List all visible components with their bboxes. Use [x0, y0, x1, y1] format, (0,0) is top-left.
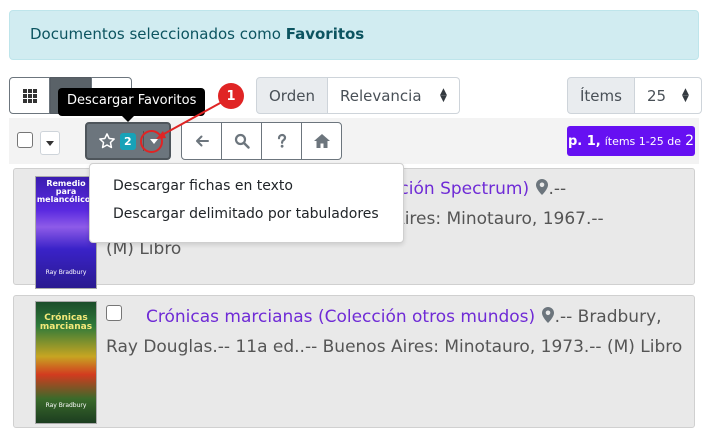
nav-button-group	[181, 122, 342, 160]
pagination-info: p. 1, ítems 1-25 de 2	[567, 126, 695, 156]
record-line1-rest: .--	[548, 179, 567, 199]
map-marker-icon[interactable]	[541, 306, 555, 324]
search-button[interactable]	[221, 122, 262, 160]
cover-title: Remedio para melancólicos	[36, 179, 96, 204]
callout-ring	[140, 130, 163, 153]
cover-author: Ray Bradbury	[45, 402, 87, 409]
star-icon	[99, 133, 115, 149]
home-icon	[313, 134, 330, 148]
items-select[interactable]: 25 ▲ ▼	[634, 77, 702, 114]
select-caret-icon: ▲ ▼	[440, 86, 447, 104]
record-line1-rest: .-- Bradbury,	[554, 307, 662, 327]
download-favorites-tooltip: Descargar Favoritos	[58, 88, 206, 122]
download-tabbed-menu-item[interactable]: Descargar delimitado por tabuladores	[90, 200, 403, 228]
download-favorites-button[interactable]: 2	[87, 132, 136, 150]
select-all-checkbox[interactable]	[17, 132, 33, 148]
favorites-count-badge: 2	[120, 132, 136, 150]
map-marker-icon[interactable]	[535, 178, 549, 196]
items-value: 25	[646, 86, 667, 105]
home-button[interactable]	[301, 122, 342, 160]
help-button[interactable]	[261, 122, 302, 160]
record-title-link[interactable]: Crónicas marcianas (Colección otros mund…	[146, 307, 535, 327]
sort-select[interactable]: Relevancia ▲ ▼	[327, 77, 460, 114]
favorites-dropdown-menu: Descargar fichas en texto Descargar deli…	[89, 163, 404, 243]
items-label: Ítems	[567, 77, 635, 114]
record-line2: Ray Douglas.-- 11a ed..-- Buenos Aires: …	[106, 337, 683, 357]
select-caret-icon: ▲ ▼	[682, 86, 689, 104]
pager-page: p. 1,	[567, 133, 601, 149]
pager-range: ítems 1-25 de	[604, 134, 681, 148]
search-icon	[234, 133, 250, 149]
back-button[interactable]	[181, 122, 222, 160]
sort-control: Orden Relevancia ▲ ▼	[256, 77, 460, 114]
pager-total: 2	[685, 133, 695, 149]
record-description: Crónicas marcianas (Colección otros mund…	[106, 302, 691, 362]
book-cover-image: Crónicas marcianas Ray Bradbury	[35, 301, 97, 424]
record-card: Crónicas marcianas Ray Bradbury Crónicas…	[13, 295, 695, 428]
favorites-alert: Documentos seleccionados como Favoritos	[9, 10, 699, 60]
sort-label: Orden	[256, 77, 328, 114]
items-per-page-control: Ítems 25 ▲ ▼	[567, 77, 702, 114]
download-text-menu-item[interactable]: Descargar fichas en texto	[90, 172, 403, 200]
grid-view-button[interactable]	[9, 77, 50, 114]
callout-number: 1	[218, 83, 244, 109]
sort-value: Relevancia	[339, 86, 422, 105]
select-menu-button[interactable]	[40, 131, 60, 155]
cover-author: Ray Bradbury	[45, 269, 87, 276]
question-icon	[277, 133, 286, 148]
arrow-left-icon	[195, 135, 209, 147]
cover-title: Crónicas marcianas	[39, 313, 93, 332]
alert-bold: Favoritos	[285, 25, 365, 43]
grid-icon	[22, 88, 37, 103]
alert-text: Documentos seleccionados como	[30, 25, 286, 43]
book-cover-image: Remedio para melancólicos Ray Bradbury	[35, 176, 97, 289]
chevron-down-icon	[46, 140, 54, 146]
